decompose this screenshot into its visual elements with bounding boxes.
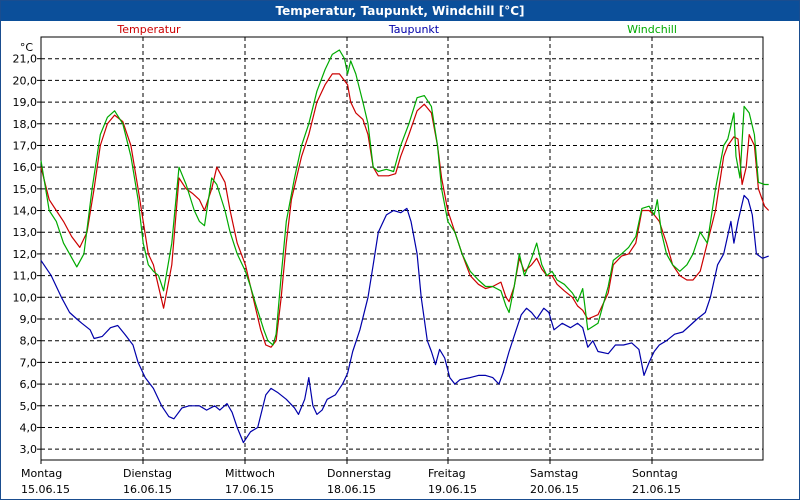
y-unit-label: °C [20,41,34,54]
y-tick-label: 18,0 [13,118,38,131]
y-tick-label: 6,0 [20,378,38,391]
chart-window: Temperatur, Taupunkt, Windchill [°C] Tem… [0,0,800,500]
line-chart: Temperatur Taupunkt Windchill 3,0 4,0 5,0 6,0… [13,23,770,496]
x-day-label: Sonntag [632,467,678,480]
y-tick-label: 13,0 [13,226,38,239]
plot-area [40,36,764,461]
series-line-windchill [40,49,769,346]
legend: Temperatur Taupunkt Windchill [116,23,677,36]
legend-taupunkt: Taupunkt [388,23,440,36]
x-day-label: Dienstag [123,467,172,480]
y-tick-label: 19,0 [13,96,38,109]
x-date-label: 18.06.15 [327,483,376,496]
x-date-label: 15.06.15 [21,483,70,496]
y-tick-label: 21,0 [13,53,38,66]
y-axis: 3,0 4,0 5,0 6,0 7,0 8,0 9,0 10,0 11,0 12,0 13,0 14,… [13,41,41,456]
x-date-label: 17.06.15 [225,483,274,496]
legend-windchill: Windchill [627,23,677,36]
y-tick-label: 4,0 [20,421,38,434]
x-date-label: 16.06.15 [123,483,172,496]
y-tick-label: 11,0 [13,270,38,283]
chart-title: Temperatur, Taupunkt, Windchill [°C] [1,1,799,21]
x-day-label: Mittwoch [225,467,275,480]
y-tick-label: 17,0 [13,139,38,152]
x-day-label: Donnerstag [327,467,391,480]
x-day-label: Montag [21,467,62,480]
y-tick-label: 16,0 [13,161,38,174]
y-tick-label: 9,0 [20,313,38,326]
x-day-label: Samstag [530,467,578,480]
grid-lines [41,37,763,460]
y-tick-label: 15,0 [13,183,38,196]
y-tick-label: 7,0 [20,356,38,369]
y-tick-label: 14,0 [13,205,38,218]
y-tick-label: 10,0 [13,291,38,304]
y-tick-label: 5,0 [20,400,38,413]
x-axis: Montag 15.06.15 Dienstag 16.06.15 Mittwoch 17… [21,460,681,496]
x-date-label: 21.06.15 [632,483,681,496]
x-day-label: Freitag [428,467,466,480]
x-date-label: 19.06.15 [428,483,477,496]
plot-border [40,36,764,461]
y-tick-label: 20,0 [13,74,38,87]
y-tick-label: 12,0 [13,248,38,261]
y-tick-label: 8,0 [20,335,38,348]
y-tick-label: 3,0 [20,443,38,456]
x-date-label: 20.06.15 [530,483,579,496]
legend-temperatur: Temperatur [116,23,181,36]
